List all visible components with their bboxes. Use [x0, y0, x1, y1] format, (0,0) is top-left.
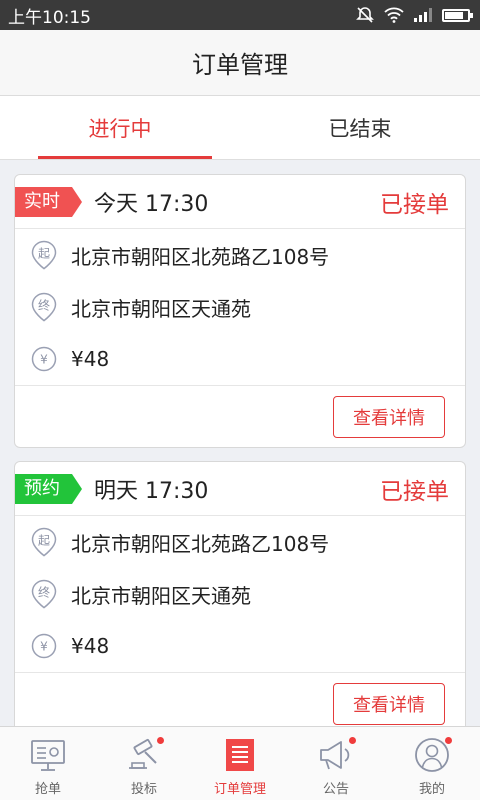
end-address-row: 终 北京市朝阳区天通苑	[15, 281, 465, 333]
nav-label: 订单管理	[213, 782, 266, 797]
tab-finished[interactable]: 已结束	[240, 96, 480, 159]
app-header: 订单管理	[0, 30, 480, 96]
order-card-header: 预约 明天 17:30 已接单	[15, 462, 465, 516]
order-type-label: 预约	[24, 477, 60, 499]
battery-icon	[442, 8, 473, 22]
nav-bid[interactable]: 投标	[96, 727, 192, 800]
view-details-button[interactable]: 查看详情	[333, 396, 445, 438]
nav-order-management[interactable]: 订单管理	[192, 727, 288, 800]
order-card: 实时 今天 17:30 已接单 起 北京市朝阳区北苑路乙108号 终 北京市朝阳…	[14, 174, 466, 448]
end-address-row: 终 北京市朝阳区天通苑	[15, 568, 465, 620]
wifi-icon	[384, 7, 404, 23]
order-list-icon	[220, 735, 260, 775]
order-card-header: 实时 今天 17:30 已接单	[15, 175, 465, 229]
svg-text:终: 终	[38, 585, 50, 600]
tab-in-progress[interactable]: 进行中	[0, 96, 240, 159]
order-time: 明天 17:30	[94, 478, 209, 504]
nav-label: 抢单	[34, 782, 61, 797]
yuan-icon: ¥	[31, 631, 57, 661]
megaphone-icon	[316, 735, 356, 775]
price-row: ¥ ¥48	[15, 333, 465, 385]
grab-order-icon	[28, 735, 68, 775]
start-pin-icon: 起	[31, 240, 57, 270]
notification-badge	[349, 737, 356, 744]
order-price: ¥48	[71, 347, 110, 371]
order-status: 已接单	[380, 478, 449, 505]
view-details-button[interactable]: 查看详情	[333, 683, 445, 725]
start-address: 北京市朝阳区北苑路乙108号	[71, 531, 330, 556]
end-pin-icon: 终	[31, 579, 57, 609]
status-time: 上午10:15	[8, 7, 91, 28]
svg-text:起: 起	[38, 534, 50, 548]
page-title: 订单管理	[192, 51, 288, 79]
order-price: ¥48	[71, 634, 110, 658]
end-pin-icon: 终	[31, 292, 57, 322]
order-type-label: 实时	[24, 190, 60, 212]
svg-text:起: 起	[38, 247, 50, 261]
svg-text:终: 终	[38, 298, 50, 313]
end-address: 北京市朝阳区天通苑	[71, 296, 251, 321]
order-type-tag: 实时	[15, 186, 82, 217]
mute-icon	[356, 7, 374, 23]
nav-label: 投标	[130, 782, 157, 797]
order-status: 已接单	[380, 191, 449, 218]
svg-text:¥: ¥	[40, 640, 48, 654]
order-card-footer: 查看详情	[15, 672, 465, 726]
gavel-icon	[124, 735, 164, 775]
nav-grab-order[interactable]: 抢单	[0, 727, 96, 800]
nav-profile[interactable]: 我的	[384, 727, 480, 800]
order-list[interactable]: 实时 今天 17:30 已接单 起 北京市朝阳区北苑路乙108号 终 北京市朝阳…	[0, 160, 480, 726]
start-pin-icon: 起	[31, 527, 57, 557]
order-type-tag: 预约	[15, 473, 82, 504]
start-address: 北京市朝阳区北苑路乙108号	[71, 244, 330, 269]
order-card: 预约 明天 17:30 已接单 起 北京市朝阳区北苑路乙108号 终 北京市朝阳…	[14, 461, 466, 726]
signal-icon	[414, 8, 432, 22]
status-bar: 上午10:15	[0, 0, 480, 30]
bottom-nav: 抢单 投标 订单管理 公告 我的	[0, 726, 480, 800]
nav-label: 我的	[418, 782, 445, 797]
start-address-row: 起 北京市朝阳区北苑路乙108号	[15, 229, 465, 281]
order-time: 今天 17:30	[94, 191, 209, 217]
nav-label: 公告	[322, 782, 349, 797]
svg-text:¥: ¥	[40, 353, 48, 367]
tab-bar: 进行中 已结束	[0, 96, 480, 160]
yuan-icon: ¥	[31, 344, 57, 374]
notification-badge	[157, 737, 164, 744]
price-row: ¥ ¥48	[15, 620, 465, 672]
end-address: 北京市朝阳区天通苑	[71, 583, 251, 608]
status-icons	[356, 6, 473, 24]
order-card-footer: 查看详情	[15, 385, 465, 447]
start-address-row: 起 北京市朝阳区北苑路乙108号	[15, 516, 465, 568]
notification-badge	[445, 737, 452, 744]
profile-icon	[412, 735, 452, 775]
nav-announcement[interactable]: 公告	[288, 727, 384, 800]
